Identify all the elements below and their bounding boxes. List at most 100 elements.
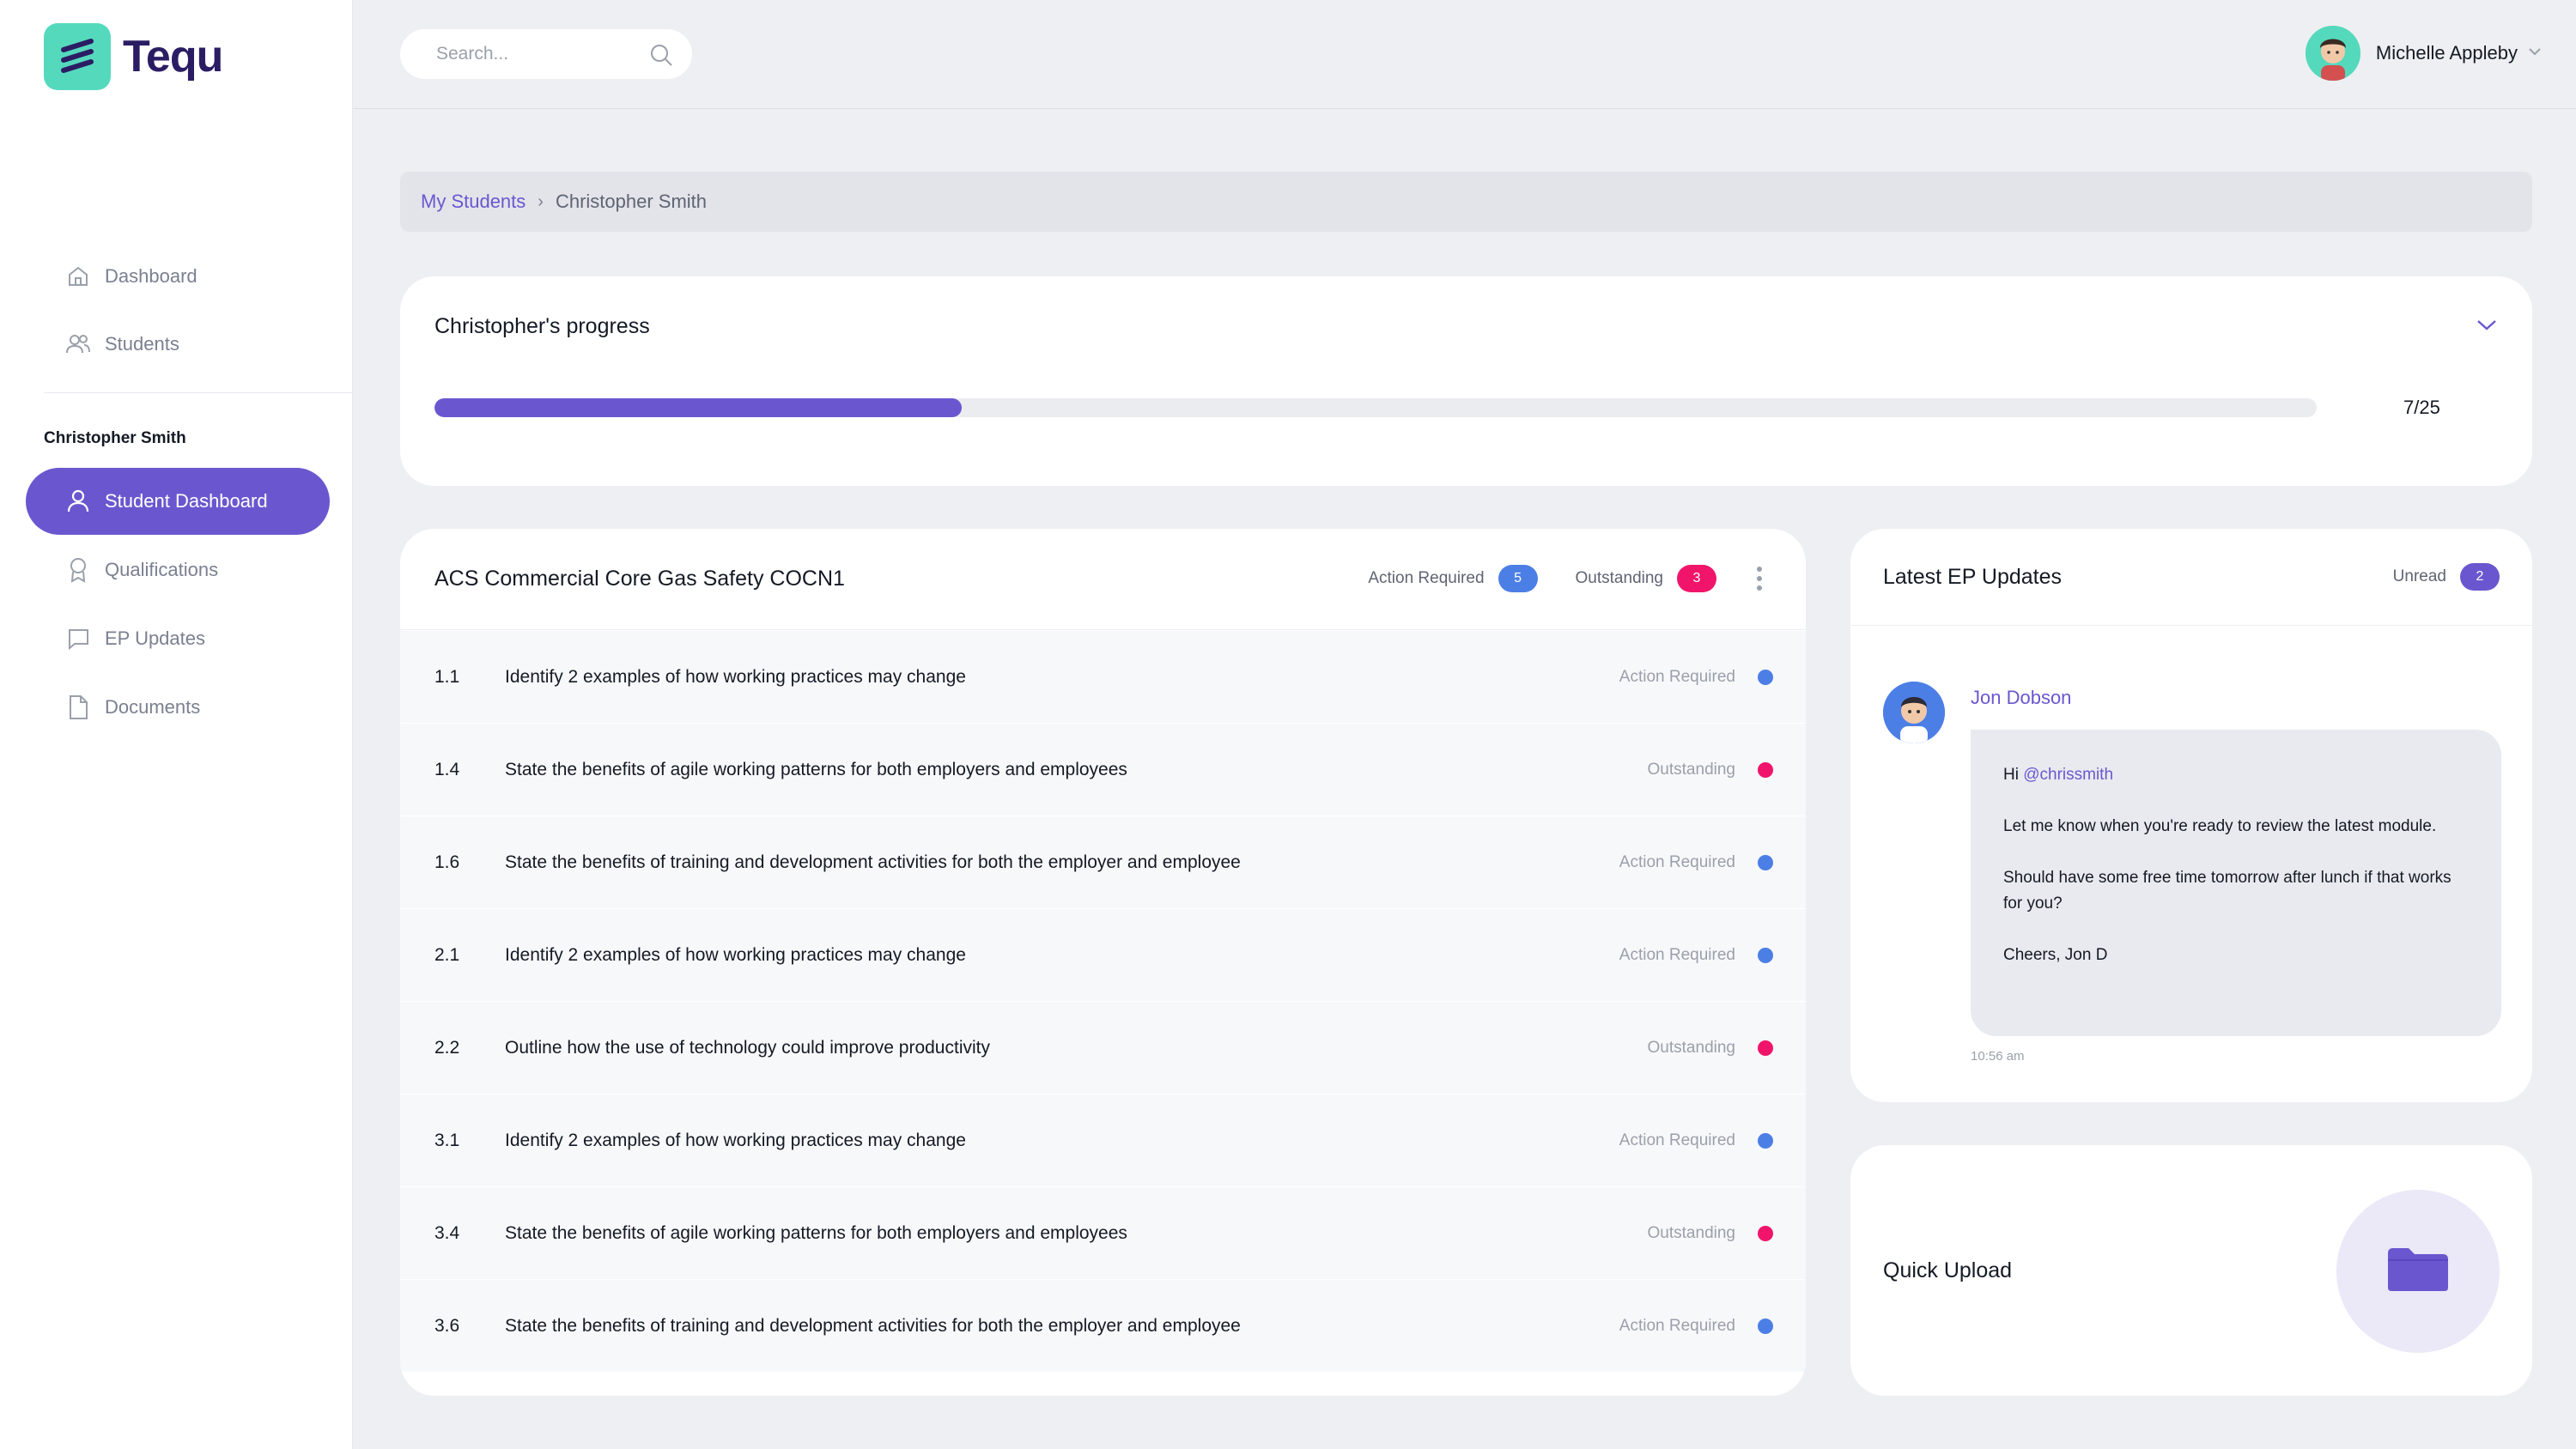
- quick-upload-button[interactable]: [2336, 1190, 2500, 1353]
- logo[interactable]: Tequ: [44, 23, 223, 90]
- row-number: 1.1: [434, 666, 460, 687]
- table-row[interactable]: 3.6 State the benefits of training and d…: [400, 1280, 1806, 1373]
- module-badges: Action Required 5 Outstanding 3: [1368, 565, 1716, 592]
- folder-icon: [2386, 1246, 2450, 1297]
- status-dot: [1758, 1318, 1773, 1334]
- row-status: Outstanding: [1647, 1223, 1735, 1242]
- module-rows: 1.1 Identify 2 examples of how working p…: [400, 631, 1806, 1373]
- row-number: 3.4: [434, 1222, 460, 1243]
- progress-title: Christopher's progress: [434, 314, 650, 338]
- sidebar-item-label: Student Dashboard: [105, 490, 268, 512]
- table-row[interactable]: 1.6 State the benefits of training and d…: [400, 816, 1806, 909]
- sidebar-divider: [44, 392, 353, 393]
- message-mention[interactable]: @chrissmith: [2023, 766, 2113, 784]
- breadcrumb-current: Christopher Smith: [555, 191, 708, 212]
- status-dot: [1758, 1225, 1773, 1241]
- progress-fill: [434, 398, 962, 417]
- row-text: State the benefits of training and devel…: [505, 1315, 1241, 1336]
- row-number: 1.6: [434, 852, 460, 872]
- breadcrumb-link-my-students[interactable]: My Students: [421, 191, 526, 213]
- sidebar-item-label: Documents: [105, 696, 201, 718]
- breadcrumb-separator: ›: [538, 191, 544, 211]
- row-number: 1.4: [434, 759, 460, 779]
- unread-label: Unread: [2392, 567, 2446, 585]
- home-icon: [65, 264, 91, 289]
- row-number: 2.1: [434, 944, 460, 965]
- more-options-icon[interactable]: [1756, 565, 1763, 597]
- row-number: 2.2: [434, 1037, 460, 1058]
- table-row[interactable]: 2.1 Identify 2 examples of how working p…: [400, 909, 1806, 1002]
- sidebar: Tequ Dashboard Students Christopher Smit…: [0, 0, 353, 1449]
- row-status: Action Required: [1619, 945, 1735, 964]
- sidebar-item-label: Qualifications: [105, 559, 219, 580]
- sidebar-item-label: Dashboard: [105, 265, 197, 287]
- row-status: Action Required: [1619, 667, 1735, 686]
- table-row[interactable]: 3.1 Identify 2 examples of how working p…: [400, 1094, 1806, 1187]
- users-icon: [65, 331, 91, 357]
- sidebar-item-qualifications[interactable]: Qualifications: [26, 537, 330, 603]
- collapse-chevron-icon[interactable]: [2476, 318, 2498, 337]
- status-dot: [1758, 1132, 1773, 1149]
- status-dot: [1758, 1040, 1773, 1056]
- outstanding-badge[interactable]: 3: [1677, 565, 1716, 592]
- row-text: State the benefits of agile working patt…: [505, 759, 1127, 779]
- message-greeting-text: Hi: [2003, 766, 2019, 784]
- progress-track: [434, 398, 2317, 417]
- user-avatar[interactable]: [2305, 26, 2360, 81]
- action-required-label: Action Required: [1368, 569, 1485, 587]
- action-required-badge[interactable]: 5: [1498, 565, 1538, 592]
- module-card: ACS Commercial Core Gas Safety COCN1 Act…: [400, 529, 1806, 1396]
- message-signoff: Cheers, Jon D: [2003, 946, 2108, 964]
- table-row[interactable]: 3.4 State the benefits of agile working …: [400, 1187, 1806, 1280]
- table-row[interactable]: 2.2 Outline how the use of technology co…: [400, 1002, 1806, 1094]
- message-timestamp: 10:56 am: [1971, 1049, 2025, 1064]
- sidebar-item-students[interactable]: Students: [26, 311, 330, 378]
- row-status: Action Required: [1619, 1131, 1735, 1149]
- search-input[interactable]: [436, 44, 634, 64]
- unread-indicator[interactable]: Unread 2: [2393, 563, 2500, 591]
- status-dot: [1758, 854, 1773, 870]
- logo-mark-icon: [44, 23, 111, 90]
- sidebar-item-label: Students: [105, 333, 179, 355]
- search-bar[interactable]: [400, 29, 692, 79]
- row-text: Outline how the use of technology could …: [505, 1037, 990, 1058]
- sidebar-item-label: EP Updates: [105, 627, 206, 649]
- sidebar-item-ep-updates[interactable]: EP Updates: [26, 605, 330, 672]
- unread-badge: 2: [2460, 563, 2500, 591]
- quick-upload-title: Quick Upload: [1883, 1258, 2013, 1282]
- message-avatar[interactable]: [1883, 682, 1945, 743]
- ep-updates-card: Latest EP Updates Unread 2 Jon Dobson Hi…: [1850, 529, 2532, 1102]
- row-status: Action Required: [1619, 1316, 1735, 1335]
- user-icon: [65, 488, 91, 514]
- sidebar-item-student-dashboard[interactable]: Student Dashboard: [26, 468, 330, 535]
- table-row[interactable]: 1.1 Identify 2 examples of how working p…: [400, 631, 1806, 724]
- row-status: Outstanding: [1647, 760, 1735, 779]
- status-dot: [1758, 761, 1773, 778]
- message-line: Should have some free time tomorrow afte…: [2003, 869, 2451, 912]
- row-text: Identify 2 examples of how working pract…: [505, 944, 966, 965]
- row-text: State the benefits of agile working patt…: [505, 1222, 1127, 1243]
- row-text: State the benefits of training and devel…: [505, 852, 1241, 872]
- search-icon[interactable]: [649, 43, 673, 71]
- row-number: 3.6: [434, 1315, 460, 1336]
- module-title: ACS Commercial Core Gas Safety COCN1: [434, 567, 845, 591]
- ep-updates-header: Latest EP Updates Unread 2: [1850, 529, 2532, 626]
- ep-updates-title: Latest EP Updates: [1883, 565, 2063, 589]
- user-name: Michelle Appleby: [2375, 42, 2518, 64]
- message-author[interactable]: Jon Dobson: [1971, 687, 2071, 709]
- award-icon: [65, 557, 91, 583]
- sidebar-item-documents[interactable]: Documents: [26, 674, 330, 741]
- top-header: Michelle Appleby: [354, 0, 2576, 109]
- message-bubble: Hi @chrissmith Let me know when you're r…: [1971, 730, 2501, 1036]
- status-dot: [1758, 947, 1773, 963]
- logo-text: Tequ: [123, 32, 223, 82]
- chevron-down-icon[interactable]: [2528, 45, 2542, 61]
- document-icon: [65, 694, 91, 720]
- user-menu[interactable]: Michelle Appleby: [2305, 26, 2542, 81]
- outstanding-label: Outstanding: [1575, 569, 1663, 587]
- sidebar-item-dashboard[interactable]: Dashboard: [26, 243, 330, 310]
- message-line: Let me know when you're ready to review …: [2003, 817, 2437, 835]
- row-text: Identify 2 examples of how working pract…: [505, 1130, 966, 1150]
- breadcrumb: My Students › Christopher Smith: [400, 172, 2532, 232]
- table-row[interactable]: 1.4 State the benefits of agile working …: [400, 724, 1806, 816]
